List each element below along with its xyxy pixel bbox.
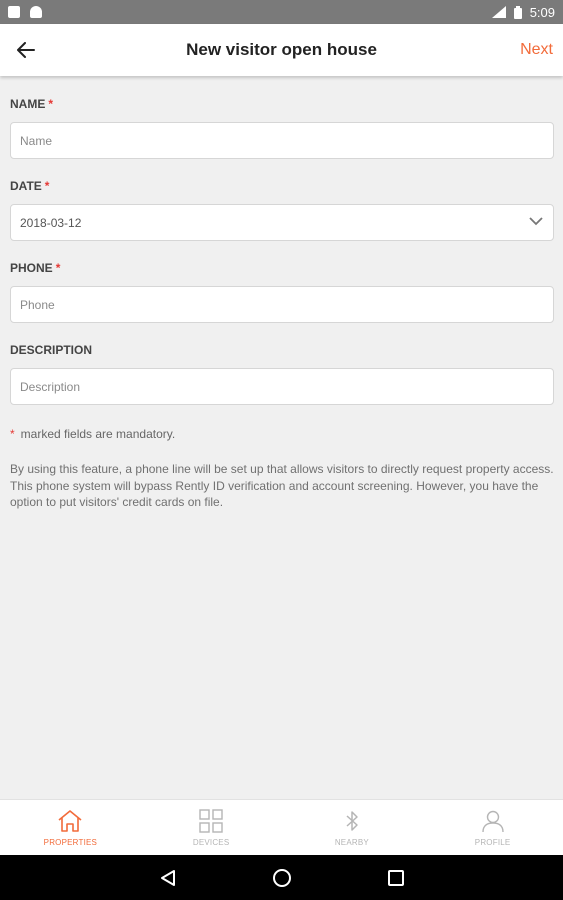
nav-item-profile[interactable]: PROFILE (422, 800, 563, 855)
triangle-back-icon (160, 869, 175, 886)
system-status: 5:09 (491, 4, 555, 20)
next-button[interactable]: Next (520, 24, 553, 76)
description-input[interactable]: Description (10, 368, 554, 405)
nav-label-nearby: NEARBY (334, 837, 369, 847)
grid-icon (199, 808, 223, 833)
system-back-button[interactable] (156, 866, 180, 890)
description-label: DESCRIPTION (10, 343, 93, 357)
date-select[interactable]: 2018-03-12 (10, 204, 554, 241)
nav-label-profile: PROFILE (474, 837, 511, 847)
page-title: New visitor open house (186, 40, 377, 59)
bottom-navigation: PROPERTIES DEVICES NEARBY PROFILE (0, 799, 563, 855)
battery-icon (513, 5, 522, 19)
phone-input[interactable]: Phone (10, 286, 554, 323)
nav-item-devices[interactable]: DEVICES (141, 800, 282, 855)
required-marker: * (55, 261, 61, 275)
required-marker: * (48, 97, 54, 111)
system-navigation-bar (0, 855, 563, 900)
date-value: 2018-03-12 (20, 215, 82, 230)
required-marker: * (10, 427, 15, 441)
date-label: DATE * (10, 179, 50, 193)
nav-label-devices: DEVICES (192, 837, 230, 847)
square-recents-icon (387, 869, 404, 886)
notification-icons (8, 6, 42, 18)
nav-label-properties: PROPERTIES (43, 837, 98, 847)
android-icon (30, 6, 42, 18)
app-bar: New visitor open house Next (0, 24, 563, 76)
sd-card-icon (8, 6, 20, 18)
bluetooth-icon (346, 810, 358, 831)
system-home-button[interactable] (270, 866, 294, 890)
nav-item-properties[interactable]: PROPERTIES (0, 800, 141, 855)
mandatory-note: * marked fields are mandatory. (10, 427, 176, 441)
status-time: 5:09 (529, 4, 555, 20)
name-input[interactable]: Name (10, 122, 554, 159)
system-recents-button[interactable] (384, 866, 408, 890)
status-bar: 5:09 (0, 0, 563, 24)
signal-icon (491, 6, 506, 18)
chevron-down-icon (529, 217, 543, 226)
arrow-left-icon (17, 42, 35, 58)
name-label: NAME * (10, 97, 54, 111)
circle-home-icon (272, 868, 291, 887)
feature-disclaimer: By using this feature, a phone line will… (10, 462, 554, 509)
visitor-form: NAME * Name DATE * 2018-03-12 PHONE * Phone… (10, 76, 554, 511)
home-icon (58, 809, 82, 832)
required-marker: * (44, 179, 50, 193)
nav-item-nearby[interactable]: NEARBY (282, 800, 423, 855)
back-button[interactable] (0, 24, 52, 76)
person-icon (481, 810, 504, 832)
phone-label: PHONE * (10, 261, 61, 275)
